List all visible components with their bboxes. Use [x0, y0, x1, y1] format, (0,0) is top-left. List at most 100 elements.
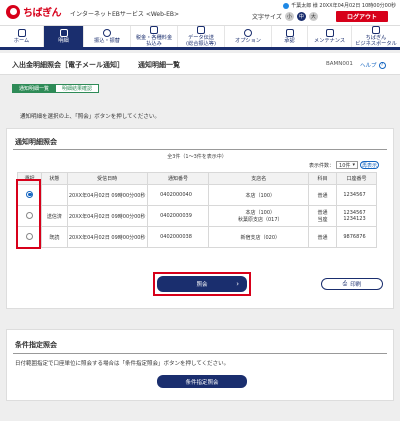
condition-search-button[interactable]: 条件指定照会: [157, 375, 247, 388]
print-button-label: 印刷: [350, 282, 362, 288]
row-received: 20XX年04月02日 09時00分00秒: [66, 184, 148, 206]
nav-maintenance-label: メンテナンス: [313, 37, 346, 44]
col-header-branch: 支店名: [208, 172, 310, 185]
help-link[interactable]: ヘルプ ?: [360, 61, 386, 69]
col-header-account: 口座番号: [336, 172, 377, 185]
data-transfer-icon: [197, 26, 205, 35]
col-header-received: 受信日時: [66, 172, 148, 185]
table-row[interactable]: 送信済 20XX年04月02日 09時00分00秒 0402000039 本店（…: [17, 205, 377, 227]
statement-icon: [59, 28, 68, 37]
font-size-small-button[interactable]: 小: [284, 12, 294, 21]
page-instruction: 通知明細を選択の上、「照会」ボタンを押してください。: [20, 114, 160, 120]
list-panel-title: 通知明細照会: [15, 138, 57, 146]
font-size-label: 文字サイズ: [252, 14, 282, 21]
table-header-row: 選択 状態 受信日時 通知番号 支店名 科目 口座番号: [17, 172, 377, 185]
global-nav: ホーム 明細 振込・振替 税金・各種料金 払込み データ伝送 (総合振込等) オ…: [0, 25, 400, 50]
row-branch: 秋葉原支店（017）: [238, 217, 283, 223]
row-account: 1234567: [343, 192, 366, 198]
row-number: 0402000039: [146, 205, 210, 227]
condition-instruction: 日付範囲指定で口座単位に照会する場合は「条件指定照会」ボタンを押してください。: [15, 361, 230, 367]
nav-approval[interactable]: 承認: [272, 26, 308, 47]
tax-payment-icon: [150, 26, 158, 35]
row-number: 0402000038: [146, 226, 210, 248]
row-type: 普通: [317, 192, 328, 199]
screen-id: BAMN001: [326, 61, 353, 67]
table-row[interactable]: 既読 20XX年04月02日 09時00分00秒 0402000038 新宿支店…: [17, 226, 377, 248]
print-button[interactable]: ⎙ 印刷: [321, 278, 383, 290]
row-select-radio[interactable]: [25, 211, 33, 219]
top-header: ちばぎん インターネットEBサービス <Web-EB> 千葉太郎 様 20XX年…: [0, 0, 400, 25]
user-info: 千葉太郎 様 20XX年04月02日 10時00分00秒: [283, 2, 396, 9]
col-header-number: 通知番号: [146, 172, 210, 185]
nav-options[interactable]: オプション: [225, 26, 272, 47]
row-account: 1234123: [343, 216, 366, 222]
col-header-type: 科目: [308, 172, 338, 185]
divider: [13, 353, 387, 354]
user-icon: [283, 2, 290, 9]
font-size-switcher: 文字サイズ 小 中 大: [252, 12, 318, 21]
home-icon: [17, 28, 26, 37]
nav-business-portal[interactable]: ちばぎん ビジネスポータル: [352, 26, 400, 47]
print-icon: ⎙: [342, 280, 348, 287]
user-info-text: 千葉太郎 様 20XX年04月02日 10時00分00秒: [291, 3, 396, 9]
chevron-down-icon: ▾: [352, 162, 356, 168]
nav-transfer[interactable]: 振込・振替: [84, 26, 131, 47]
row-select-radio[interactable]: [25, 232, 33, 240]
nav-statements-label: 明細: [58, 37, 69, 44]
nav-tax-payment-label: 税金・各種料金 払込み: [135, 35, 173, 47]
nav-approval-label: 承認: [284, 37, 295, 44]
font-size-medium-button[interactable]: 中: [296, 12, 306, 21]
row-select-radio[interactable]: [25, 190, 33, 198]
font-size-large-button[interactable]: 大: [308, 12, 318, 21]
nav-data-transfer[interactable]: データ伝送 (総合振込等): [178, 26, 225, 47]
nav-maintenance[interactable]: メンテナンス: [308, 26, 352, 47]
help-label: ヘルプ: [360, 63, 377, 69]
condition-panel-title: 条件指定照会: [15, 341, 57, 349]
per-page-label: 表示件数：: [309, 162, 335, 169]
col-header-status: 状態: [40, 172, 68, 185]
nav-data-transfer-label: データ伝送 (総合振込等): [186, 35, 216, 47]
divider: [13, 149, 387, 150]
step-indicator: 通知明細一覧 明細結果確認: [12, 84, 100, 93]
inquiry-button[interactable]: 照会 ›: [157, 276, 247, 292]
redisplay-button[interactable]: 再表示: [360, 161, 380, 169]
page-title: 入出金明細照会［電子メール通知］: [12, 61, 124, 69]
per-page-value: 10件: [339, 162, 351, 169]
result-count: 全3件（1〜3件を表示中）: [167, 154, 227, 160]
nav-business-portal-label: ちばぎん ビジネスポータル: [355, 35, 397, 47]
per-page-select[interactable]: 10件 ▾: [336, 161, 359, 169]
nav-tax-payment[interactable]: 税金・各種料金 払込み: [131, 26, 178, 47]
transfer-icon: [103, 28, 111, 37]
page-subtitle: 通知明細一覧: [138, 61, 180, 69]
logo-mark-icon: [6, 4, 20, 19]
row-branch: 新宿支店（020）: [240, 234, 281, 241]
row-received: 20XX年04月02日 09時00分00秒: [66, 205, 148, 227]
per-page-control: 表示件数： 10件 ▾ 再表示: [309, 161, 380, 169]
col-header-select: 選択: [17, 172, 42, 185]
nav-transfer-label: 振込・振替: [94, 37, 120, 44]
row-branch: 本店（100）: [245, 192, 276, 199]
row-type: 普通: [317, 210, 328, 216]
logo-text: ちばぎん: [23, 8, 62, 19]
condition-search-panel: 条件指定照会 日付範囲指定で口座単位に照会する場合は「条件指定照会」ボタンを押し…: [6, 329, 394, 401]
row-status: 送信済: [40, 205, 68, 227]
options-icon: [244, 28, 252, 37]
notification-list-panel: 通知明細照会 全3件（1〜3件を表示中） 表示件数： 10件 ▾ 再表示 選択 …: [6, 128, 394, 309]
step-next: 明細結果確認: [56, 84, 100, 93]
step-current: 通知明細一覧: [12, 84, 57, 93]
service-name: インターネットEBサービス <Web-EB>: [70, 11, 180, 18]
approval-icon: [285, 28, 294, 37]
row-status: 既読: [40, 226, 68, 248]
row-received: 20XX年04月02日 09時00分00秒: [66, 226, 148, 248]
logout-button[interactable]: ログアウト: [336, 11, 388, 22]
bank-logo[interactable]: ちばぎん: [6, 4, 62, 19]
row-number: 0402000040: [146, 184, 210, 206]
nav-home-label: ホーム: [13, 37, 30, 44]
notification-table: 選択 状態 受信日時 通知番号 支店名 科目 口座番号 20XX年04月02日 …: [17, 172, 377, 248]
nav-home[interactable]: ホーム: [0, 26, 44, 47]
row-type: 当座: [317, 217, 328, 223]
nav-statements[interactable]: 明細: [44, 26, 84, 47]
table-row[interactable]: 20XX年04月02日 09時00分00秒 0402000040 本店（100）…: [17, 184, 377, 206]
help-icon: ?: [378, 61, 386, 69]
row-type: 普通: [317, 234, 328, 241]
